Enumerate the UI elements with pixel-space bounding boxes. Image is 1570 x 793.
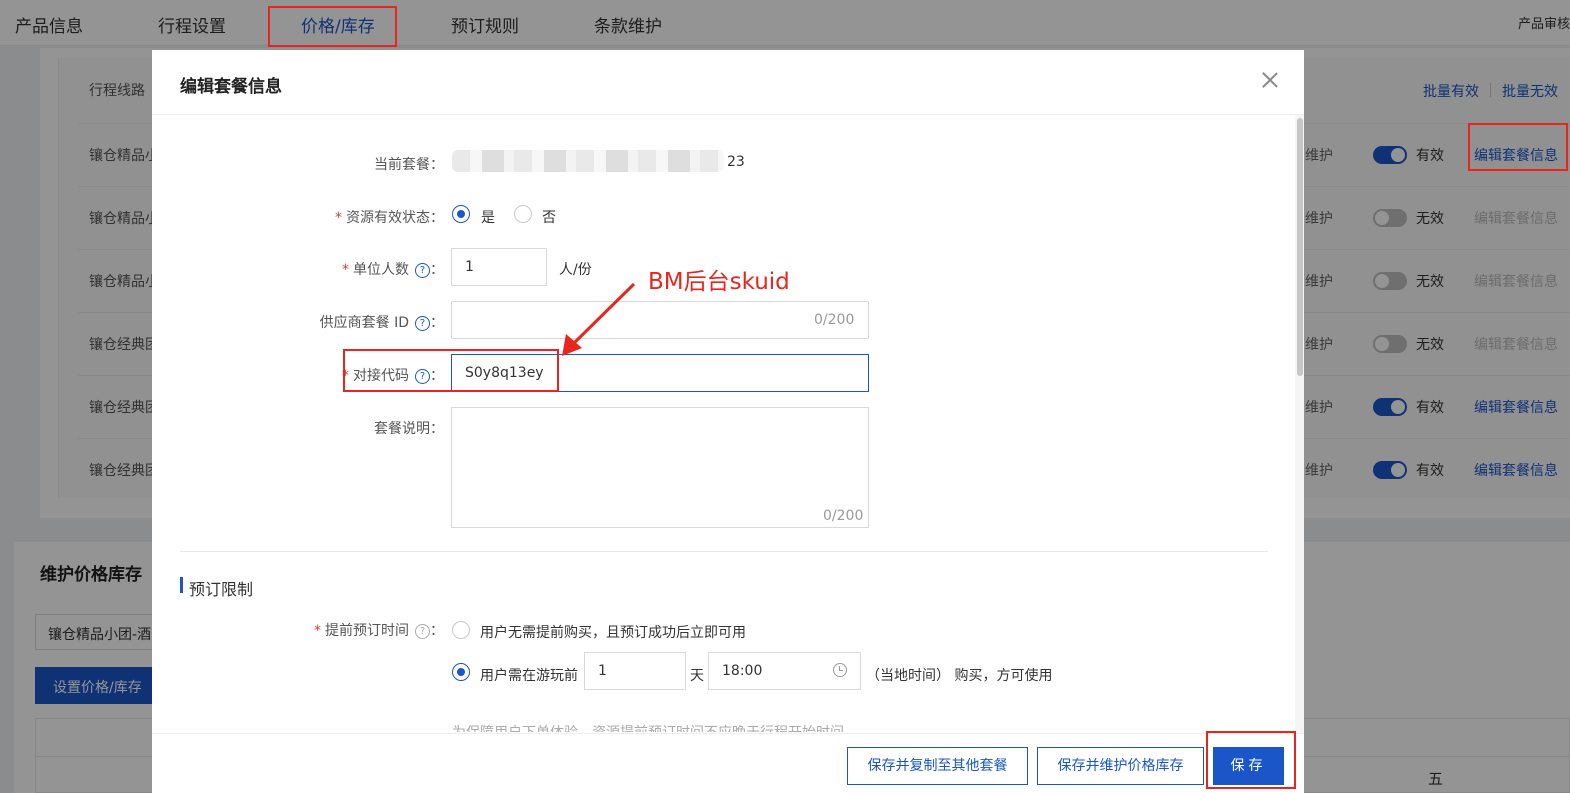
current-package-label: 当前套餐： [374, 157, 444, 173]
help-icon[interactable]: ? [415, 624, 430, 639]
supplier-id-counter: 0/200 [814, 312, 855, 328]
modal-footer: 保存并复制至其他套餐 保存并维护价格库存 保存 [152, 733, 1304, 793]
advance-option1-radio[interactable] [452, 621, 470, 639]
section-marker [180, 577, 183, 593]
status-yes-radio[interactable] [452, 205, 470, 223]
save-copy-button[interactable]: 保存并复制至其他套餐 [847, 747, 1028, 785]
status-no-label: 否 [542, 210, 556, 226]
unit-input[interactable]: 1 [451, 248, 547, 286]
edit-package-modal: 编辑套餐信息 当前套餐： 镶 23 *资源有效状态： 是 否 *单位人数?： 1… [152, 50, 1304, 793]
status-no-radio[interactable] [514, 205, 532, 223]
supplier-id-label: 供应商套餐 ID?： [319, 315, 444, 331]
section-divider [180, 551, 1268, 552]
status-label: * 资源有效状态： [335, 210, 444, 226]
supplier-id-input[interactable] [451, 301, 869, 339]
description-label: 套餐说明： [374, 421, 444, 437]
current-package-blurred [452, 150, 724, 172]
highlight-edit-link [1468, 123, 1568, 171]
highlight-docking-code [343, 349, 559, 392]
advance-option2-radio[interactable] [452, 663, 470, 681]
unit-label: * 单位人数?： [342, 262, 444, 278]
unit-suffix: 人/份 [559, 262, 592, 278]
close-icon[interactable] [1260, 70, 1280, 90]
advance-suffix: （当地时间） 购买，方可使用 [866, 668, 1053, 684]
highlight-price-tab [268, 6, 397, 47]
help-icon[interactable]: ? [415, 263, 430, 278]
advance-option1-label: 用户无需提前购买，且预订成功后立即可用 [480, 625, 746, 641]
modal-title: 编辑套餐信息 [180, 77, 282, 97]
advance-booking-label: * 提前预订时间?： [314, 623, 444, 639]
highlight-save-button [1206, 731, 1296, 789]
advance-hint: 为保障用户下单体验，资源提前预订时间不应晚于行程开始时间 [452, 722, 844, 732]
advance-days-input[interactable]: 1 [584, 652, 686, 690]
save-maintain-button[interactable]: 保存并维护价格库存 [1037, 747, 1204, 785]
advance-option2-label: 用户需在游玩前 [480, 668, 578, 684]
clock-icon [833, 663, 847, 677]
description-textarea[interactable] [451, 407, 869, 528]
scrollbar-thumb[interactable] [1297, 118, 1303, 376]
current-package-suffix: 23 [727, 154, 745, 170]
section-title: 预订限制 [189, 580, 254, 599]
status-yes-label: 是 [481, 210, 495, 226]
advance-day-unit: 天 [690, 668, 704, 684]
modal-header: 编辑套餐信息 [152, 50, 1304, 115]
description-counter: 0/200 [823, 508, 864, 524]
help-icon[interactable]: ? [415, 316, 430, 331]
annotation-text: BM后台skuid [648, 269, 790, 295]
